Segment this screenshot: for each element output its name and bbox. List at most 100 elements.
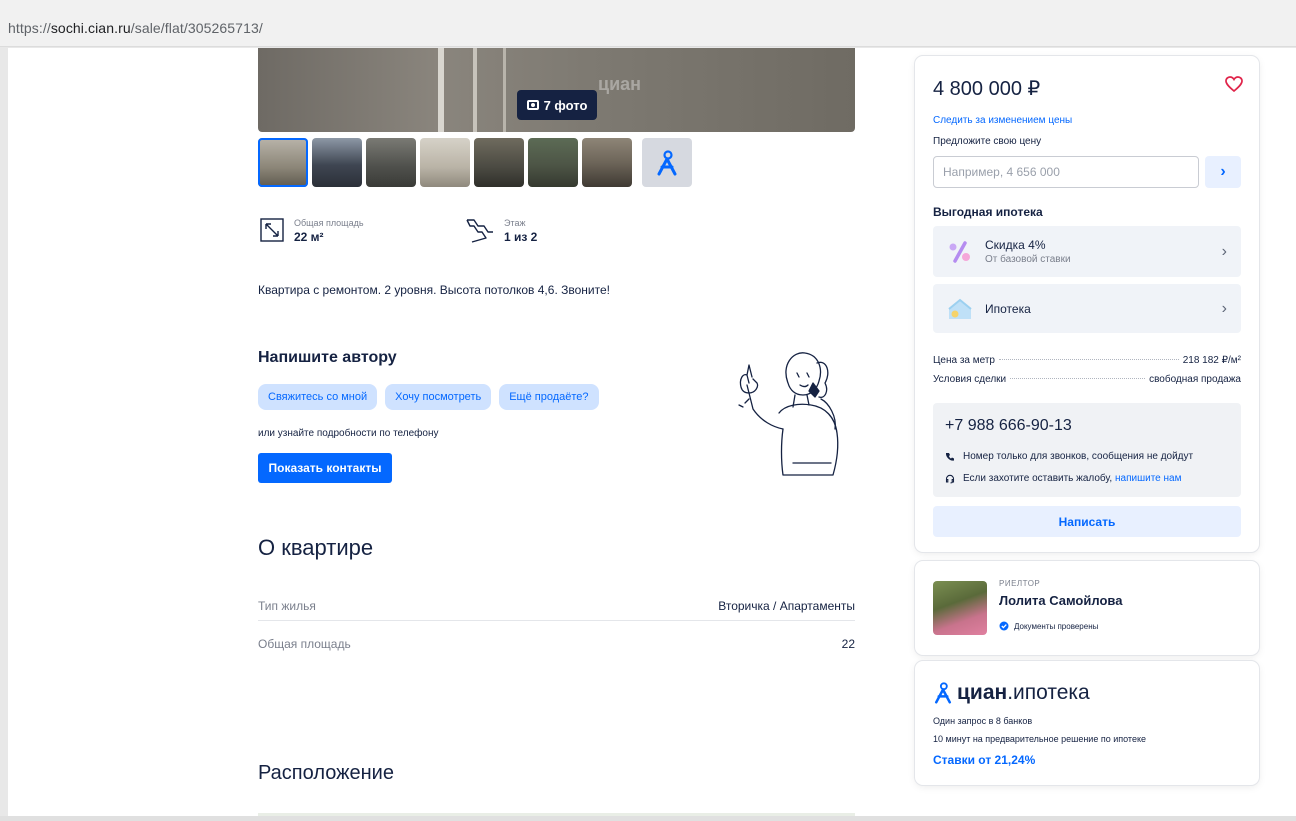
- thumbnail[interactable]: [366, 138, 416, 187]
- feature-value: 22 м²: [294, 230, 324, 244]
- page-bottom-edge: [0, 816, 1296, 821]
- mortgage-item-label: Ипотека: [985, 301, 1031, 316]
- url-text[interactable]: https://sochi.cian.ru/sale/flat/30526571…: [8, 20, 263, 36]
- cian-logo-rest: .ипотека: [1007, 681, 1090, 704]
- feature-label: Общая площадь: [294, 218, 364, 228]
- photo-detail: [473, 48, 477, 132]
- cian-mortgage-card[interactable]: циан.ипотека Один запрос в 8 банков 10 м…: [915, 661, 1259, 785]
- thumbnail[interactable]: [528, 138, 578, 187]
- girl-on-phone-illustration: [738, 352, 839, 476]
- mortgage-title: Выгодная ипотека: [933, 205, 1043, 219]
- about-key: Тип жилья: [258, 598, 316, 613]
- address-bar[interactable]: https://sochi.cian.ru/sale/flat/30526571…: [0, 0, 1296, 47]
- thumbnail-map[interactable]: [642, 138, 692, 187]
- thumbnail[interactable]: [258, 138, 308, 187]
- complaint-link[interactable]: напишите нам: [1115, 473, 1181, 484]
- thumbnail[interactable]: [582, 138, 632, 187]
- deal-conditions-row: Условия сделки свободная продажа: [933, 374, 1241, 385]
- cian-mortgage-line1: Один запрос в 8 банков: [933, 716, 1033, 726]
- verified-badge-icon: [999, 621, 1009, 631]
- stairs-icon: [466, 219, 493, 243]
- heart-icon[interactable]: [1225, 76, 1243, 92]
- about-row: Общая площадь 22: [258, 629, 855, 659]
- price-per-meter-row: Цена за метр 218 182 ₽/м²: [933, 355, 1241, 366]
- feature-floor: Этаж 1 из 2: [466, 218, 537, 244]
- realtor-card[interactable]: РИЕЛТОР Лолита Самойлова Документы прове…: [915, 561, 1259, 655]
- complaint-note: Если захотите оставить жалобу, напишите …: [945, 473, 1181, 484]
- cian-logo-bold: циан: [957, 681, 1008, 704]
- offer-price-label: Предложите свою цену: [933, 136, 1042, 147]
- phone-box: +7 988 666-90-13 Номер только для звонко…: [933, 403, 1241, 497]
- cian-logo-icon: [934, 682, 952, 704]
- thumbnail[interactable]: [474, 138, 524, 187]
- complaint-text: Если захотите оставить жалобу,: [963, 473, 1113, 484]
- location-title: Расположение: [258, 762, 394, 784]
- quick-message-chips: Свяжитесь со мной Хочу посмотреть Ещё пр…: [258, 384, 599, 410]
- documents-verified-text: Документы проверены: [1014, 621, 1099, 631]
- thumbnail[interactable]: [420, 138, 470, 187]
- write-author-title: Напишите автору: [258, 349, 397, 366]
- feature-area: Общая площадь 22 м²: [260, 218, 364, 244]
- main-photo[interactable]: циан 7 фото: [258, 48, 855, 132]
- discount-offer[interactable]: Скидка 4% От базовой ставки ›: [933, 226, 1241, 277]
- page-content: циан 7 фото Общая площадь 22 м² Этаж 1 и…: [8, 48, 1296, 821]
- dotted-leader: [1010, 378, 1146, 379]
- price: 4 800 000 ₽: [933, 78, 1041, 100]
- chevron-right-icon: ›: [1221, 299, 1227, 317]
- discount-title: Скидка 4%: [985, 238, 1046, 252]
- write-button[interactable]: Написать: [933, 506, 1241, 537]
- offer-price-input[interactable]: [933, 156, 1199, 188]
- phone-icon: [945, 452, 954, 461]
- cian-pin-icon: [657, 149, 677, 175]
- realtor-tag: РИЕЛТОР: [999, 579, 1041, 588]
- documents-verified: Документы проверены: [999, 621, 1098, 631]
- about-row: Тип жилья Вторичка / Апартаменты: [258, 591, 855, 621]
- follow-price-link[interactable]: Следить за изменением цены: [933, 115, 1072, 126]
- cian-mortgage-rates[interactable]: Ставки от 21,24%: [933, 753, 1035, 767]
- chip-contact-me[interactable]: Свяжитесь со мной: [258, 384, 378, 410]
- cian-mortgage-line2: 10 минут на предварительное решение по и…: [933, 734, 1146, 744]
- feature-label: Этаж: [504, 218, 526, 228]
- deal-conditions-value: свободная продажа: [1149, 374, 1241, 385]
- price-per-meter-value: 218 182 ₽/м²: [1182, 355, 1241, 366]
- url-host: sochi.cian.ru: [50, 20, 131, 36]
- phone-number[interactable]: +7 988 666-90-13: [945, 417, 1072, 435]
- percent-icon: [945, 237, 975, 267]
- chevron-right-icon: ›: [1221, 242, 1227, 260]
- chip-still-selling[interactable]: Ещё продаёте?: [499, 384, 599, 410]
- price-per-meter-label: Цена за метр: [933, 355, 995, 366]
- chip-want-to-see[interactable]: Хочу посмотреть: [385, 384, 492, 410]
- calls-only-note: Номер только для звонков, сообщения не д…: [945, 451, 1193, 462]
- dotted-leader: [999, 359, 1179, 360]
- thumbnail[interactable]: [312, 138, 362, 187]
- deal-conditions-label: Условия сделки: [933, 374, 1007, 385]
- photo-detail: [503, 48, 506, 132]
- price-card: 4 800 000 ₽ Следить за изменением цены П…: [915, 56, 1259, 552]
- photo-count-label: 7 фото: [543, 97, 588, 113]
- cian-mortgage-logo: циан.ипотека: [933, 681, 1090, 705]
- realtor-name[interactable]: Лолита Самойлова: [999, 593, 1122, 608]
- about-value: Вторичка / Апартаменты: [718, 598, 855, 613]
- offer-submit-button[interactable]: ›: [1205, 156, 1241, 188]
- photo-detail: [438, 48, 444, 132]
- headset-icon: [945, 474, 955, 484]
- about-key: Общая площадь: [258, 637, 351, 651]
- chevron-right-icon: ›: [1220, 163, 1226, 180]
- or-phone-text: или узнайте подробности по телефону: [258, 428, 439, 439]
- calls-only-text: Номер только для звонков, сообщения не д…: [963, 451, 1194, 462]
- url-prefix: https://: [8, 20, 51, 36]
- photo-watermark: циан: [598, 74, 642, 94]
- realtor-avatar[interactable]: [933, 581, 987, 635]
- about-value: 22: [841, 637, 855, 651]
- mortgage-offer[interactable]: Ипотека ›: [933, 284, 1241, 333]
- discount-subtitle: От базовой ставки: [985, 254, 1071, 265]
- area-icon: [260, 218, 284, 242]
- feature-value: 1 из 2: [504, 230, 538, 244]
- description-text: Квартира с ремонтом. 2 уровня. Высота по…: [258, 283, 610, 297]
- url-path: /sale/flat/305265713/: [130, 20, 263, 36]
- camera-icon: [526, 100, 539, 110]
- photo-count-button[interactable]: 7 фото: [517, 90, 597, 120]
- house-icon: [945, 294, 975, 324]
- about-title: О квартире: [258, 535, 374, 560]
- show-contacts-button[interactable]: Показать контакты: [258, 453, 392, 483]
